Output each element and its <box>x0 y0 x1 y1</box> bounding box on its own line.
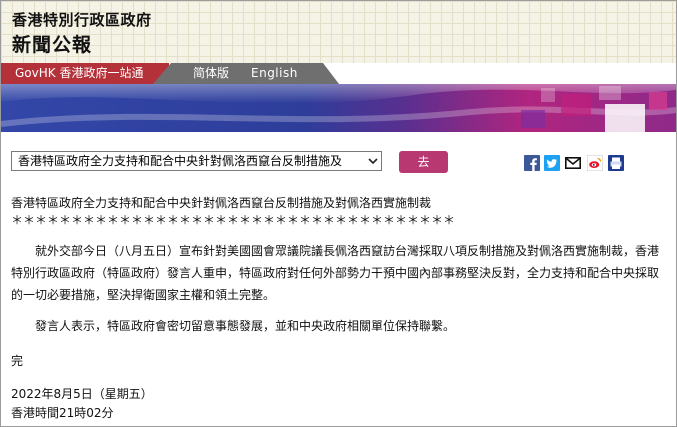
heading-separator: ＊＊＊＊＊＊＊＊＊＊＊＊＊＊＊＊＊＊＊＊＊＊＊＊＊＊＊＊＊＊＊＊＊＊＊＊＊ <box>11 213 456 227</box>
end-mark: 完 <box>11 354 24 368</box>
print-icon[interactable] <box>608 155 624 171</box>
government-title: 香港特別行政區政府 <box>12 11 152 29</box>
article-heading: 香港特區政府全力支持和配合中央針對佩洛西竄台反制措施及對佩洛西實施制裁 <box>11 196 432 210</box>
facebook-icon[interactable] <box>524 155 540 171</box>
release-time: 香港時間21時02分 <box>11 406 114 420</box>
release-date: 2022年8月5日（星期五） <box>11 387 153 401</box>
govhk-link[interactable]: GovHK 香港政府一站通 <box>1 63 169 84</box>
simplified-chinese-link[interactable]: 简体版 <box>193 63 229 84</box>
banner-graphic <box>1 84 676 132</box>
site-header: 香港特別行政區政府 新聞公報 <box>1 1 676 63</box>
article-select-value: 香港特區政府全力支持和配合中央針對佩洛西竄台反制措施及 <box>18 154 343 168</box>
chevron-down-icon <box>365 152 381 170</box>
page-frame: 香港特別行政區政府 新聞公報 GovHK 香港政府一站通 简体版 English <box>0 0 677 427</box>
article-paragraph-1: 就外交部今日（八月五日）宣布針對美國國會眾議院議長佩洛西竄訪台灣採取八項反制措施… <box>11 244 660 302</box>
go-button[interactable]: 去 <box>399 151 448 173</box>
email-icon[interactable] <box>565 155 581 171</box>
language-tabs: 简体版 English <box>153 63 339 84</box>
twitter-icon[interactable] <box>544 155 560 171</box>
press-release-title: 新聞公報 <box>12 34 93 56</box>
weibo-icon[interactable] <box>586 154 604 172</box>
nav-bar: GovHK 香港政府一站通 简体版 English <box>1 63 676 84</box>
article-select[interactable]: 香港特區政府全力支持和配合中央針對佩洛西竄台反制措施及 <box>11 151 382 171</box>
article-paragraph-2: 發言人表示，特區政府會密切留意事態發展，並和中央政府相關單位保持聯繫。 <box>35 319 456 333</box>
decorative-banner <box>1 84 676 132</box>
english-link[interactable]: English <box>251 63 298 84</box>
